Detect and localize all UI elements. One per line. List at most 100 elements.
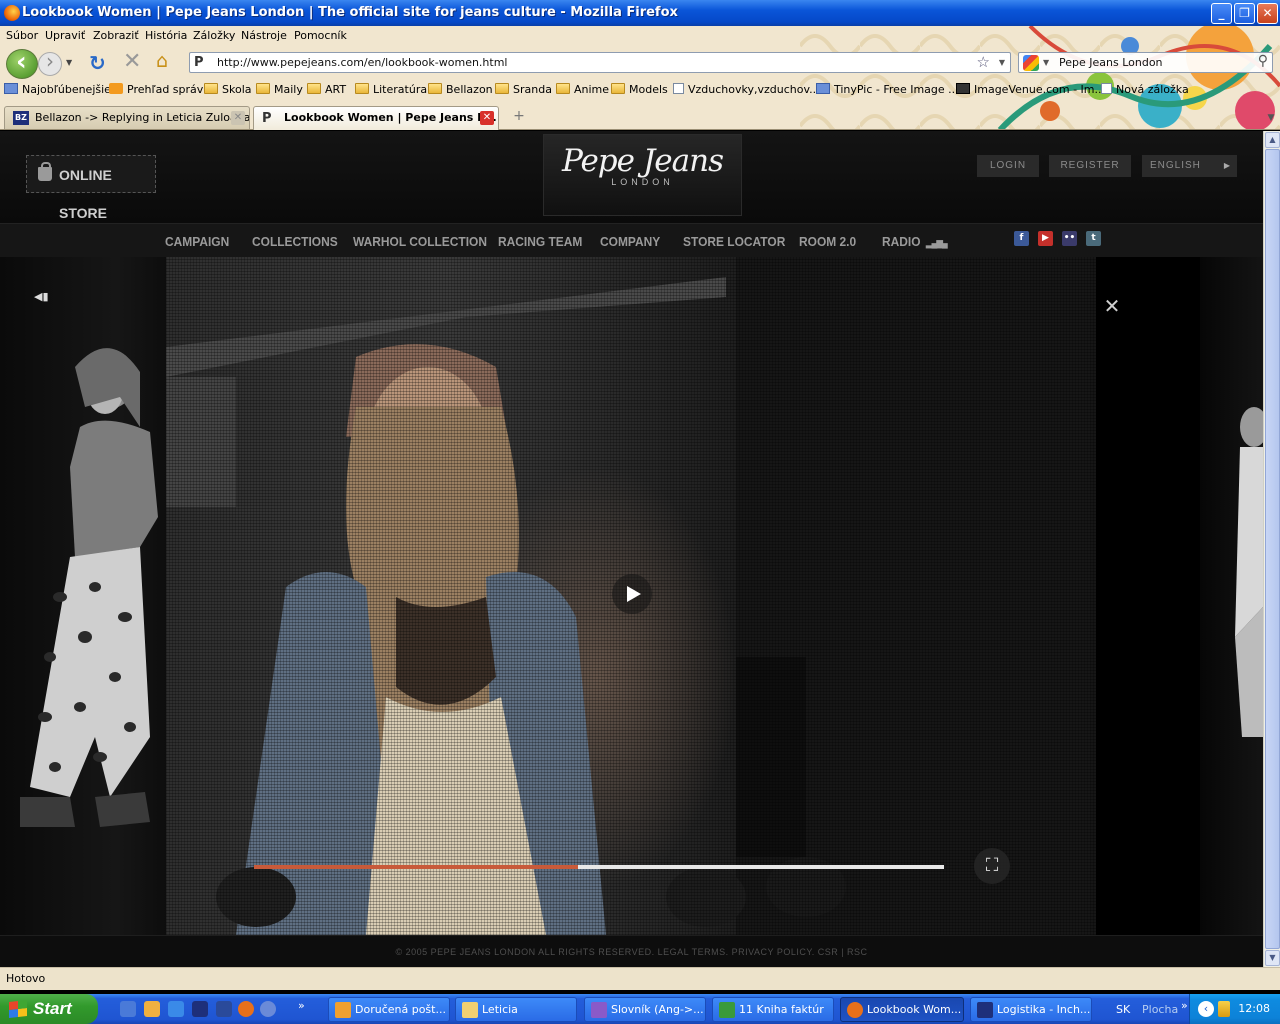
nav-radio[interactable]: RADIO ▂▄▆▄ <box>882 234 948 249</box>
bookmark-news[interactable]: Prehľad správ <box>109 83 203 96</box>
youtube-icon[interactable]: ▶ <box>1038 231 1053 246</box>
history-dropdown-icon[interactable]: ▼ <box>66 58 72 67</box>
reload-icon[interactable]: ↻ <box>89 51 106 75</box>
tab-lookbook[interactable]: P Lookbook Women | Pepe Jeans L... ✕ <box>253 106 499 130</box>
tray-expand-icon[interactable]: ‹ <box>1198 1001 1214 1017</box>
close-window-button[interactable]: ✕ <box>1257 3 1278 24</box>
taskbar-item-leticia[interactable]: Leticia <box>455 997 577 1022</box>
tab-bellazon[interactable]: BZ Bellazon -> Replying in Leticia Zuloa… <box>4 106 250 129</box>
tab-list-icon[interactable]: ▼ <box>1264 108 1278 128</box>
forward-button[interactable] <box>38 49 62 76</box>
sound-icon[interactable]: ◀▮ <box>34 290 49 303</box>
security-shield-icon[interactable] <box>1218 1001 1230 1017</box>
video-progress-bar[interactable] <box>254 865 944 869</box>
clock[interactable]: 12:08 <box>1238 1002 1270 1015</box>
menu-help[interactable]: Pomocník <box>294 29 347 42</box>
bookmarks-toolbar: Najobľúbenejšie Prehľad správ Skola Mail… <box>0 80 1280 102</box>
video-player[interactable]: ⛶ <box>166 257 1096 935</box>
nav-warhol-collection[interactable]: WARHOL COLLECTION <box>353 234 487 249</box>
stop-icon[interactable]: ✕ <box>123 49 141 74</box>
bookmark-folder-anime[interactable]: Anime <box>556 83 609 96</box>
desktop-toolbar[interactable]: Plocha <box>1142 1003 1178 1016</box>
nav-collections[interactable]: COLLECTIONS <box>252 234 338 249</box>
media-icon[interactable] <box>260 1001 276 1017</box>
start-button[interactable]: Start <box>0 994 98 1024</box>
bookmark-new[interactable]: Nová záložka <box>1101 83 1189 96</box>
restore-button[interactable]: ❐ <box>1234 3 1255 24</box>
lookbook-model-next[interactable] <box>1200 257 1263 935</box>
search-bar[interactable]: ▼ Pepe Jeans London ⚲ <box>1018 52 1273 73</box>
outlook-icon[interactable] <box>144 1001 160 1017</box>
nav-store-locator[interactable]: STORE LOCATOR <box>683 234 785 249</box>
bookmark-imagevenue[interactable]: ImageVenue.com - Im... <box>956 83 1105 96</box>
menu-history[interactable]: História <box>145 29 187 42</box>
tab-close-icon[interactable]: ✕ <box>231 111 245 125</box>
nav-company[interactable]: COMPANY <box>600 234 660 249</box>
back-button[interactable] <box>6 47 38 79</box>
video-progress-fill <box>254 865 579 869</box>
taskbar-item-lookbook[interactable]: Lookbook Wom... <box>840 997 964 1022</box>
lookbook-model-previous[interactable]: ◀▮ <box>0 257 166 935</box>
taskbar-item-slovnik[interactable]: Slovník (Ang->... <box>584 997 706 1022</box>
bookmark-tinypic[interactable]: TinyPic - Free Image ... <box>816 83 959 96</box>
taskbar-item-kniha-faktur[interactable]: 11 Kniha faktúr <box>712 997 834 1022</box>
program-icon[interactable] <box>216 1001 232 1017</box>
nav-racing-team[interactable]: RACING TEAM <box>498 234 582 249</box>
menu-tools[interactable]: Nástroje <box>241 29 287 42</box>
engine-dropdown-icon[interactable]: ▼ <box>1043 58 1049 67</box>
nav-campaign[interactable]: CAMPAIGN <box>165 234 229 249</box>
tab-close-icon[interactable]: ✕ <box>480 111 494 125</box>
new-tab-button[interactable]: + <box>507 108 531 128</box>
bookmark-folder-art[interactable]: ART <box>307 83 346 96</box>
web-page: ONLINE STORE Pepe Jeans LONDON LOGIN REG… <box>0 131 1263 967</box>
twitter-icon[interactable]: t <box>1086 231 1101 246</box>
home-icon[interactable]: ⌂ <box>156 50 168 72</box>
online-store-button[interactable]: ONLINE STORE <box>26 155 156 221</box>
url-dropdown-icon[interactable]: ▼ <box>999 58 1005 67</box>
login-button[interactable]: LOGIN <box>977 155 1039 177</box>
menu-edit[interactable]: Upraviť <box>45 29 85 42</box>
system-tray: ‹ 12:08 <box>1189 994 1280 1024</box>
bookmark-folder-sranda[interactable]: Sranda <box>495 83 552 96</box>
bookmark-folder-bellazon[interactable]: Bellazon <box>428 83 493 96</box>
toolbar-more-icon[interactable]: » <box>1181 999 1188 1012</box>
search-input[interactable]: Pepe Jeans London <box>1059 56 1163 69</box>
ie-icon[interactable] <box>168 1001 184 1017</box>
url-bar[interactable]: P http://www.pepejeans.com/en/lookbook-w… <box>189 52 1011 73</box>
minimize-button[interactable]: _ <box>1211 3 1232 24</box>
url-text[interactable]: http://www.pepejeans.com/en/lookbook-wom… <box>217 56 508 69</box>
bookmark-folder-skola[interactable]: Skola <box>204 83 252 96</box>
firefox-icon[interactable] <box>238 1001 254 1017</box>
quicklaunch-icon[interactable] <box>120 1001 136 1017</box>
bookmark-folder-literatura[interactable]: Literatúra <box>355 83 427 96</box>
bookmark-star-icon[interactable]: ☆ <box>977 53 990 71</box>
scroll-down-icon[interactable]: ▼ <box>1265 950 1280 966</box>
site-identity-icon[interactable]: P <box>194 55 204 70</box>
search-magnifier-icon[interactable]: ⚲ <box>1258 53 1268 69</box>
menu-bookmarks[interactable]: Záložky <box>193 29 235 42</box>
language-select[interactable]: ENGLISH ▶ <box>1142 155 1237 177</box>
pepe-jeans-logo[interactable]: Pepe Jeans LONDON <box>543 134 742 216</box>
facebook-icon[interactable]: f <box>1014 231 1029 246</box>
nav-room-2[interactable]: ROOM 2.0 <box>799 234 856 249</box>
bookmark-folder-maily[interactable]: Maily <box>256 83 303 96</box>
register-button[interactable]: REGISTER <box>1049 155 1131 177</box>
flickr-icon[interactable]: •• <box>1062 231 1077 246</box>
scrollbar-thumb[interactable] <box>1265 149 1280 949</box>
fullscreen-button[interactable]: ⛶ <box>974 848 1010 884</box>
close-video-icon[interactable]: ✕ <box>1103 296 1121 316</box>
program-icon[interactable] <box>192 1001 208 1017</box>
taskbar-item-mail[interactable]: Doručená pošt... <box>328 997 450 1022</box>
menu-file[interactable]: Súbor <box>6 29 38 42</box>
page-scrollbar[interactable]: ▲ ▼ <box>1263 131 1280 967</box>
menu-view[interactable]: Zobraziť <box>93 29 139 42</box>
taskbar-item-logistika[interactable]: Logistika - Inch... <box>970 997 1092 1022</box>
bookmark-most-visited[interactable]: Najobľúbenejšie <box>4 83 111 96</box>
input-language-indicator[interactable]: SK <box>1116 1003 1130 1016</box>
scroll-up-icon[interactable]: ▲ <box>1265 132 1280 148</box>
google-icon[interactable] <box>1023 55 1039 71</box>
quicklaunch-more-icon[interactable]: » <box>298 999 305 1012</box>
bookmark-folder-models[interactable]: Models <box>611 83 668 96</box>
play-button[interactable] <box>612 574 652 614</box>
bookmark-vzduchovky[interactable]: Vzduchovky,vzduchov... <box>673 83 820 96</box>
